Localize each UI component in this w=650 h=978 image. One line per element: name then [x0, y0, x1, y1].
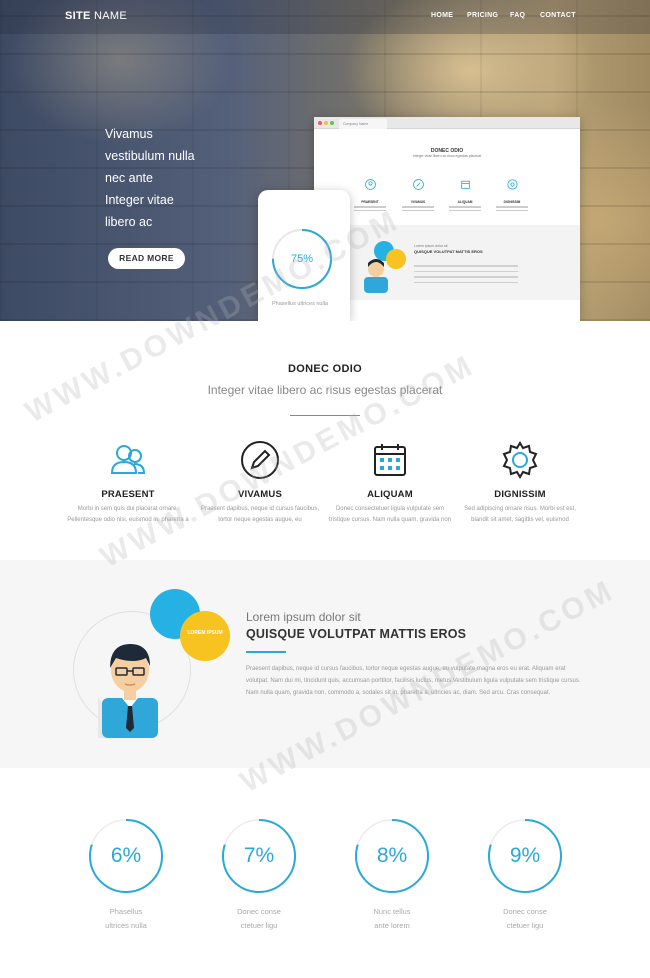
stat-circle: 6% [88, 818, 164, 894]
section-divider [290, 415, 360, 416]
stat-circle: 9% [487, 818, 563, 894]
mockup-avatar [364, 241, 406, 293]
stat-circle: 7% [221, 818, 297, 894]
band-title: QUISQUE VOLUTPAT MATTIS EROS [246, 627, 467, 641]
tablet-mockup: 75% Phasellus ultrices nulla [258, 190, 350, 321]
calendar-icon [460, 180, 470, 189]
maximize-dot-icon [330, 121, 334, 125]
tablet-percentage: 75% [290, 253, 314, 265]
mockup-band: Lorem ipsum dolor sit QUISQUE VOLUTPAT M… [314, 225, 580, 300]
feature-vivamus: VIVAMUS Praesent dapibus, neque id cursu… [195, 440, 325, 526]
stat-value: 7% [243, 844, 275, 867]
feature-aliquam: ALIQUAM Donec consectetuer ligula vulput… [325, 440, 455, 526]
users-icon [110, 445, 146, 474]
nav-pricing[interactable]: PRICING [467, 12, 498, 19]
stat-value: 6% [110, 844, 142, 867]
tablet-label: Phasellus ultrices nulla [272, 301, 328, 307]
mockup-feature: PRAESENT [350, 177, 390, 211]
band-kicker: Lorem ipsum dolor sit [246, 610, 361, 624]
browser-mockup: Company Name DONEC ODIO Integer vitae li… [314, 117, 580, 321]
calendar-icon [374, 444, 406, 476]
users-icon [364, 179, 376, 190]
feature-dignissim: DIGNISSIM Sed adipiscing ornare risus. M… [455, 440, 585, 526]
gear-icon [502, 441, 538, 479]
stat-label: Phasellus ultrices nulla [105, 907, 147, 930]
nav-faq[interactable]: FAQ [510, 12, 525, 19]
mockup-feature: DIGNISSIM [492, 177, 532, 211]
stat-label: Donec conse ctetuer ligu [503, 907, 547, 930]
nav-contact[interactable]: CONTACT [540, 12, 576, 19]
mockup-feature: ALIQUAM [445, 177, 485, 211]
browser-tab: Company Name [339, 119, 387, 129]
stat-label: Donec conse ctetuer ligu [237, 907, 281, 930]
hero-section: SITE NAME HOME PRICING FAQ CONTACT Vivam… [0, 0, 650, 321]
section-title: DONEC ODIO [288, 363, 362, 375]
pencil-icon [412, 179, 424, 190]
yellow-bubble: LOREM IPSUM [180, 611, 230, 661]
stat-circle: 8% [354, 818, 430, 894]
browser-toolbar: Company Name [314, 117, 580, 129]
feature-praesent: PRAESENT Morbi in sem quis dui placerat … [63, 440, 193, 526]
mockup-subtitle: Integer vitae libero ac risus egestas pl… [412, 154, 482, 158]
band-divider [246, 651, 286, 653]
close-dot-icon [318, 121, 322, 125]
stat-label: Nunc tellus ante lorem [373, 907, 411, 930]
band-paragraph: Praesent dapibus, neque id cursus faucib… [246, 666, 581, 696]
site-logo[interactable]: SITE NAME [65, 10, 127, 22]
avatar [98, 644, 158, 738]
minimize-dot-icon [324, 121, 328, 125]
hero-headline: Vivamus vestibulum nulla nec ante Intege… [105, 127, 195, 229]
gear-icon [506, 179, 518, 190]
section-subtitle: Integer vitae libero ac risus egestas pl… [207, 383, 443, 397]
read-more-button[interactable]: READ MORE [108, 248, 185, 269]
nav-home[interactable]: HOME [431, 12, 453, 19]
stat-value: 9% [509, 844, 541, 867]
mockup-feature: VIVAMUS [398, 177, 438, 211]
pencil-icon [241, 441, 279, 479]
stat-value: 8% [376, 844, 408, 867]
